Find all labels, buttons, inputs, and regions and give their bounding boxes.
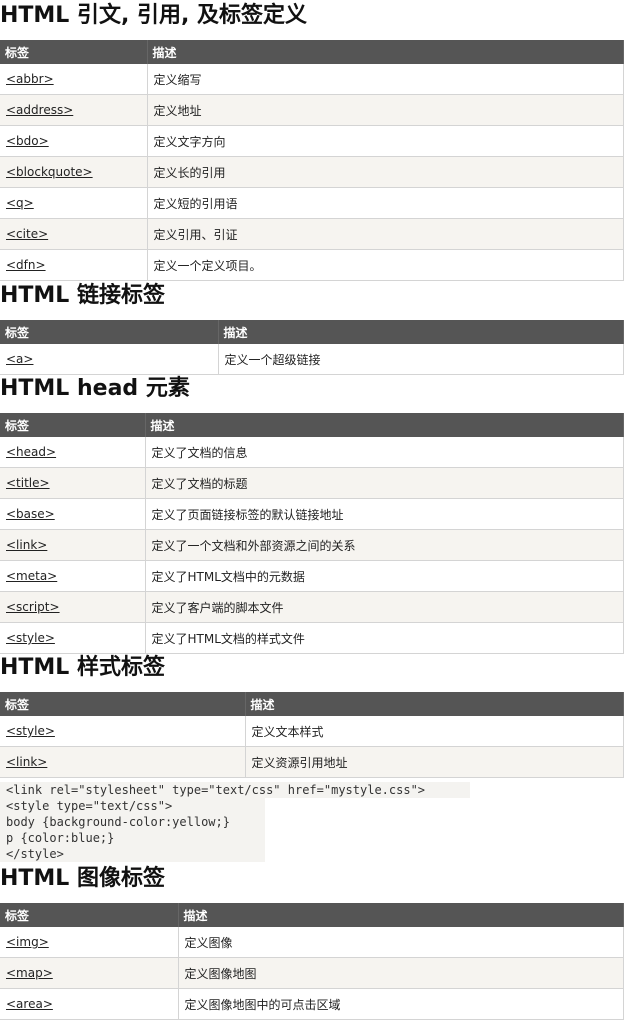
tag-description: 定义地址 (147, 94, 624, 126)
table-row: <bdo> 定义文字方向 (0, 125, 624, 157)
tags-table: 标签 描述 <img> 定义图像 <map> 定义图像地图 <area> 定义图像地图… (0, 903, 624, 1020)
tag-link[interactable]: <img> (6, 935, 49, 949)
section-quotes: HTML 引文, 引用, 及标签定义 标签 描述 <abbr> 定义缩写 <add… (0, 2, 624, 281)
table-row: <dfn> 定义一个定义项目。 (0, 249, 624, 281)
tag-description: 定义短的引用语 (147, 187, 624, 219)
code-line: <link rel="stylesheet" type="text/css" h… (0, 782, 470, 798)
table-header-row: 标签 描述 (0, 413, 624, 437)
tag-description: 定义图像 (178, 927, 624, 958)
column-header-tag: 标签 (0, 40, 148, 64)
table-row: <style> 定义文本样式 (0, 716, 624, 747)
table-header-row: 标签 描述 (0, 320, 624, 344)
code-line: </style> (0, 846, 265, 862)
tag-link[interactable]: <style> (6, 724, 55, 738)
tag-link[interactable]: <link> (6, 538, 47, 552)
tag-link[interactable]: <abbr> (6, 72, 54, 86)
table-row: <area> 定义图像地图中的可点击区域 (0, 988, 624, 1020)
table-row: <base> 定义了页面链接标签的默认链接地址 (0, 498, 624, 530)
table-row: <address> 定义地址 (0, 94, 624, 126)
code-example: <link rel="stylesheet" type="text/css" h… (0, 782, 470, 862)
tag-link[interactable]: <bdo> (6, 134, 49, 148)
tag-description: 定义了客户端的脚本文件 (145, 591, 624, 623)
table-header-row: 标签 描述 (0, 903, 624, 927)
column-header-tag: 标签 (0, 692, 246, 716)
table-header-row: 标签 描述 (0, 692, 624, 716)
column-header-tag: 标签 (0, 413, 146, 437)
section-title: HTML head 元素 (0, 376, 190, 401)
tag-link[interactable]: <style> (6, 631, 55, 645)
tag-description: 定义了文档的信息 (145, 437, 624, 468)
column-header-desc: 描述 (145, 413, 624, 437)
tags-table: 标签 描述 <head> 定义了文档的信息 <title> 定义了文档的标题 <ba… (0, 413, 624, 654)
tag-description: 定义图像地图 (178, 957, 624, 989)
table-row: <link> 定义了一个文档和外部资源之间的关系 (0, 529, 624, 561)
column-header-desc: 描述 (178, 903, 624, 927)
column-header-tag: 标签 (0, 320, 219, 344)
tag-link[interactable]: <meta> (6, 569, 57, 583)
section-title: HTML 链接标签 (0, 283, 165, 308)
tag-link[interactable]: <dfn> (6, 258, 46, 272)
tag-description: 定义一个超级链接 (218, 344, 624, 375)
column-header-desc: 描述 (147, 40, 624, 64)
table-row: <script> 定义了客户端的脚本文件 (0, 591, 624, 623)
table-row: <abbr> 定义缩写 (0, 64, 624, 95)
tag-description: 定义了HTML文档中的元数据 (145, 560, 624, 592)
tags-table: 标签 描述 <a> 定义一个超级链接 (0, 320, 624, 375)
table-row: <cite> 定义引用、引证 (0, 218, 624, 250)
tag-link[interactable]: <address> (6, 103, 73, 117)
tag-link[interactable]: <q> (6, 196, 34, 210)
section-title: HTML 样式标签 (0, 655, 165, 680)
tag-description: 定义缩写 (147, 64, 624, 95)
tag-description: 定义文字方向 (147, 125, 624, 157)
table-row: <meta> 定义了HTML文档中的元数据 (0, 560, 624, 592)
table-row: <a> 定义一个超级链接 (0, 344, 624, 375)
table-row: <head> 定义了文档的信息 (0, 437, 624, 468)
tag-description: 定义了文档的标题 (145, 467, 624, 499)
tag-link[interactable]: <blockquote> (6, 165, 93, 179)
tag-description: 定义长的引用 (147, 156, 624, 188)
column-header-desc: 描述 (218, 320, 624, 344)
section-images: HTML 图像标签 标签 描述 <img> 定义图像 <map> 定义图像地图 <a… (0, 865, 624, 1020)
code-line: body {background-color:yellow;} (0, 814, 265, 830)
tag-description: 定义了页面链接标签的默认链接地址 (145, 498, 624, 530)
table-row: <q> 定义短的引用语 (0, 187, 624, 219)
tag-link[interactable]: <area> (6, 997, 53, 1011)
tag-description: 定义了一个文档和外部资源之间的关系 (145, 529, 624, 561)
tags-table: 标签 描述 <style> 定义文本样式 <link> 定义资源引用地址 (0, 692, 624, 778)
section-title: HTML 图像标签 (0, 866, 165, 891)
tag-link[interactable]: <map> (6, 966, 53, 980)
tag-link[interactable]: <head> (6, 445, 56, 459)
tag-link[interactable]: <link> (6, 755, 47, 769)
section-title: HTML 引文, 引用, 及标签定义 (0, 3, 308, 28)
code-line: <style type="text/css"> (0, 798, 265, 814)
tag-description: 定义资源引用地址 (245, 746, 624, 778)
tag-link[interactable]: <title> (6, 476, 50, 490)
tag-description: 定义一个定义项目。 (147, 249, 624, 281)
tag-description: 定义图像地图中的可点击区域 (178, 988, 624, 1020)
table-header-row: 标签 描述 (0, 40, 624, 64)
section-links: HTML 链接标签 标签 描述 <a> 定义一个超级链接 (0, 282, 624, 375)
table-row: <style> 定义了HTML文档的样式文件 (0, 622, 624, 654)
table-row: <map> 定义图像地图 (0, 957, 624, 989)
section-head: HTML head 元素 标签 描述 <head> 定义了文档的信息 <title… (0, 375, 624, 654)
table-row: <img> 定义图像 (0, 927, 624, 958)
tag-link[interactable]: <cite> (6, 227, 48, 241)
table-row: <link> 定义资源引用地址 (0, 746, 624, 778)
tag-description: 定义了HTML文档的样式文件 (145, 622, 624, 654)
table-row: <blockquote> 定义长的引用 (0, 156, 624, 188)
table-row: <title> 定义了文档的标题 (0, 467, 624, 499)
tag-link[interactable]: <script> (6, 600, 60, 614)
column-header-desc: 描述 (245, 692, 624, 716)
column-header-tag: 标签 (0, 903, 179, 927)
code-line: p {color:blue;} (0, 830, 265, 846)
section-styles: HTML 样式标签 标签 描述 <style> 定义文本样式 <link> 定义资源… (0, 654, 624, 778)
tag-link[interactable]: <a> (6, 352, 33, 366)
tags-table: 标签 描述 <abbr> 定义缩写 <address> 定义地址 <bdo> 定义文字… (0, 40, 624, 281)
tag-link[interactable]: <base> (6, 507, 55, 521)
tag-description: 定义文本样式 (245, 716, 624, 747)
tag-description: 定义引用、引证 (147, 218, 624, 250)
